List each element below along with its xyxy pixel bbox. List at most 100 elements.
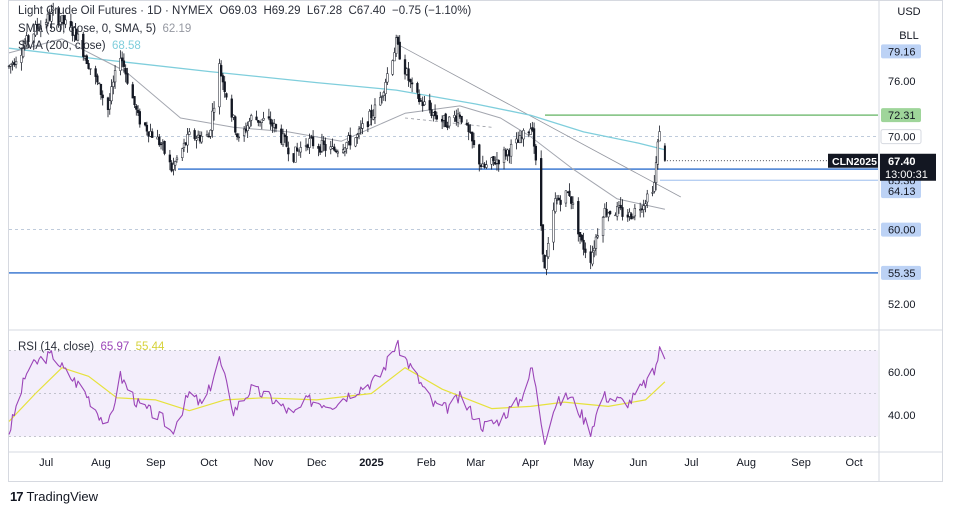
ohlc-open: O69.03 — [219, 5, 258, 17]
price-level-label: 79.16 — [888, 46, 916, 58]
candle-body — [113, 70, 117, 83]
time-tick-label: May — [573, 457, 594, 469]
candle-body — [633, 208, 637, 217]
candle-body — [221, 75, 225, 83]
candle-body — [9, 63, 12, 67]
price-level-label: 70.00 — [888, 132, 916, 144]
time-tick-label: Apr — [522, 457, 539, 469]
ohlc-high: H69.29 — [263, 5, 301, 17]
candle-body — [145, 124, 149, 132]
candle-body — [658, 131, 661, 142]
time-tick-label: Jul — [684, 457, 698, 469]
candle-body — [448, 116, 451, 127]
candle-body — [596, 235, 599, 238]
candle-body — [386, 73, 389, 83]
candle-body — [361, 123, 364, 129]
ohlc-close: C67.40 — [348, 5, 386, 17]
candle-body — [108, 100, 111, 110]
candle-body — [532, 128, 536, 147]
candle-body — [471, 131, 474, 142]
sma50-legend[interactable]: SMA (50, close, 0, SMA, 5) 62.19 — [18, 23, 191, 35]
price-level-label: 64.13 — [888, 186, 916, 198]
candle-body — [188, 131, 191, 135]
rsi-value: 65.97 — [100, 341, 130, 353]
candle-body — [485, 164, 488, 168]
candle-body — [465, 122, 469, 125]
time-tick-label: Sep — [791, 457, 811, 469]
candle-body — [379, 97, 382, 106]
candle-body — [85, 55, 88, 65]
symbol-flag-text: CLN2025 — [832, 156, 877, 168]
unit-button[interactable]: BLL — [884, 27, 934, 45]
candle-body — [143, 122, 147, 126]
candle-body — [135, 105, 138, 110]
candle-body — [570, 196, 573, 204]
candle-body — [518, 135, 522, 143]
candle-body — [212, 107, 216, 113]
candle-body — [594, 236, 598, 249]
candle-body — [89, 68, 92, 70]
candle-body — [428, 100, 431, 111]
candle-body — [133, 96, 136, 106]
candle-body — [209, 129, 212, 137]
rsi-legend[interactable]: RSI (14, close) 65.97 55.44 — [18, 341, 164, 353]
candle-body — [435, 115, 438, 120]
candle-body — [126, 73, 129, 84]
candle-body — [621, 207, 624, 217]
candle-body — [345, 142, 348, 149]
candle-body — [654, 162, 658, 183]
current-price-value: 67.40 — [888, 156, 916, 168]
tradingview-brand-text: TradingView — [26, 489, 99, 504]
candle-body — [158, 136, 161, 146]
candle-body — [250, 115, 253, 121]
candle-body — [94, 68, 97, 77]
time-tick-label: Aug — [736, 457, 756, 469]
time-tick-label: 2025 — [359, 457, 383, 469]
sma200-label: SMA (200, close) — [18, 40, 106, 52]
candle-body — [591, 252, 594, 265]
candle-body — [14, 61, 18, 65]
candle-body — [200, 136, 203, 143]
candle-body — [571, 202, 575, 205]
candle-body — [416, 83, 419, 93]
candle-body — [410, 82, 414, 85]
candle-body — [580, 234, 583, 241]
chart-canvas[interactable]: 79.1676.0072.3170.0065.3064.1360.0055.35… — [0, 0, 963, 482]
time-tick-label: Feb — [417, 457, 436, 469]
sma200-legend[interactable]: SMA (200, close) 68.58 — [18, 40, 141, 52]
price-tick-label: 52.00 — [888, 299, 916, 311]
candle-body — [248, 121, 251, 128]
sma200-value: 68.58 — [111, 40, 141, 52]
candle-body — [608, 211, 612, 215]
candle-body — [557, 197, 560, 201]
time-tick-label: Jul — [39, 457, 53, 469]
candle-body — [159, 143, 163, 146]
candle-body — [255, 116, 258, 121]
candle-body — [287, 147, 290, 155]
candle-body — [336, 151, 339, 154]
candle-body — [99, 83, 103, 95]
candle-body — [122, 60, 126, 67]
candle-body — [267, 116, 271, 119]
sma50-value: 62.19 — [162, 23, 192, 35]
candle-body — [478, 144, 481, 165]
candle-body — [163, 140, 166, 154]
currency-button[interactable]: USD — [884, 3, 934, 21]
candle-body — [262, 118, 265, 121]
candle-body — [577, 201, 580, 235]
candle-body — [174, 161, 177, 166]
candle-body — [373, 104, 377, 118]
candle-body — [308, 138, 311, 148]
candle-body — [472, 140, 476, 146]
candle-body — [651, 192, 654, 194]
candle-body — [96, 75, 99, 83]
candle-body — [237, 136, 240, 139]
ohlc-low: L67.28 — [306, 5, 343, 17]
candle-body — [354, 137, 357, 147]
candle-body — [349, 134, 352, 146]
time-tick-label: Aug — [91, 457, 111, 469]
candle-body — [87, 63, 90, 69]
candle-body — [407, 68, 410, 81]
price-level-label: 60.00 — [888, 225, 916, 237]
trendline-downtrend-resistance — [395, 43, 682, 198]
